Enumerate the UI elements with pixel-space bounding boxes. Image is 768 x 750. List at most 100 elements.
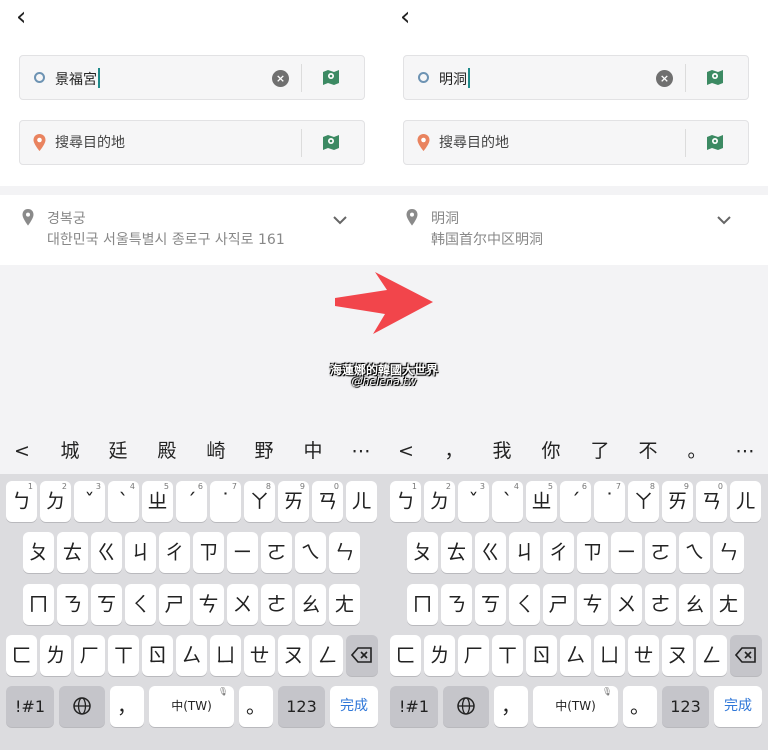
destination-field[interactable]: 搜尋目的地 [403, 120, 749, 165]
candidate-word[interactable]: 中 [293, 428, 333, 474]
key[interactable]: ㄖ [142, 635, 173, 676]
key[interactable]: ㄚ8 [244, 481, 275, 522]
key[interactable]: ˇ3 [458, 481, 489, 522]
backspace-key[interactable] [730, 635, 762, 676]
key[interactable]: ㄩ [594, 635, 625, 676]
done-key[interactable]: 完成 [330, 686, 378, 727]
key[interactable]: ㄜ [645, 584, 676, 625]
key[interactable]: ㄕ [543, 584, 574, 625]
candidate-word[interactable]: 了 [580, 428, 620, 474]
candidate-word[interactable]: 崎 [196, 428, 236, 474]
chevron-down-icon[interactable] [715, 211, 733, 229]
key[interactable]: ㄊ [57, 532, 88, 573]
candidate-more-button[interactable]: ⋯ [341, 428, 381, 474]
key[interactable]: ㄋ [57, 584, 88, 625]
numbers-key[interactable]: 123 [278, 686, 325, 727]
done-key[interactable]: 完成 [714, 686, 762, 727]
origin-field[interactable]: 明洞 × [403, 55, 749, 100]
key[interactable]: ㄓ5 [526, 481, 557, 522]
key[interactable]: ㄇ [407, 584, 438, 625]
key[interactable]: ㄉ2 [40, 481, 71, 522]
symbols-key[interactable]: !#1 [6, 686, 54, 727]
clear-icon[interactable]: × [656, 70, 673, 87]
key[interactable]: ㄦ [730, 481, 761, 522]
comma-key[interactable]: ， [110, 686, 144, 727]
key[interactable]: ㄊ [441, 532, 472, 573]
key[interactable]: ㄝ [628, 635, 659, 676]
key[interactable]: ˙ 7 [594, 481, 625, 522]
key[interactable]: ㄤ [713, 584, 744, 625]
key[interactable]: ㄛ [261, 532, 292, 573]
key[interactable]: ㄇ [23, 584, 54, 625]
key[interactable]: ㄠ [295, 584, 326, 625]
candidate-word[interactable]: 。 [677, 428, 717, 474]
origin-field[interactable]: 景福宮 × [19, 55, 365, 100]
key[interactable]: ㄩ [210, 635, 241, 676]
key[interactable]: ㄘ [193, 584, 224, 625]
key[interactable]: ㄥ [696, 635, 727, 676]
key[interactable]: ㄘ [577, 584, 608, 625]
key[interactable]: ㄞ9 [662, 481, 693, 522]
key[interactable]: ˊ6 [560, 481, 591, 522]
key[interactable]: ㄐ [509, 532, 540, 573]
key[interactable]: ㄐ [125, 532, 156, 573]
key[interactable]: ˋ4 [108, 481, 139, 522]
key[interactable]: ㄨ [611, 584, 642, 625]
key[interactable]: ˇ3 [74, 481, 105, 522]
candidate-back-button[interactable]: < [2, 428, 42, 474]
chevron-down-icon[interactable] [331, 211, 349, 229]
key[interactable]: ㄋ [441, 584, 472, 625]
search-result-item[interactable]: 明洞 韩国首尔中区明洞 [384, 195, 768, 265]
key[interactable]: ㄝ [244, 635, 275, 676]
language-key[interactable] [443, 686, 489, 727]
back-button[interactable]: ‹ [400, 2, 410, 32]
symbols-key[interactable]: !#1 [390, 686, 438, 727]
key[interactable]: ㄔ [543, 532, 574, 573]
key[interactable]: ㄎ [91, 584, 122, 625]
key[interactable]: ㄦ [346, 481, 377, 522]
key[interactable]: ㄒ [492, 635, 523, 676]
period-key[interactable]: 。 [239, 686, 273, 727]
candidate-word[interactable]: 城 [50, 428, 90, 474]
key[interactable]: ㄜ [261, 584, 292, 625]
key[interactable]: ㄍ [91, 532, 122, 573]
key[interactable]: ㄎ [475, 584, 506, 625]
candidate-back-button[interactable]: < [386, 428, 426, 474]
map-icon[interactable] [322, 68, 340, 86]
origin-input[interactable]: 景福宮 [55, 68, 100, 90]
key[interactable]: ㄆ [407, 532, 438, 573]
space-key[interactable]: 中(TW) 🎙 [533, 686, 618, 727]
key[interactable]: ㄡ [278, 635, 309, 676]
key[interactable]: ㄑ [509, 584, 540, 625]
key[interactable]: ˊ6 [176, 481, 207, 522]
key[interactable]: ㄤ [329, 584, 360, 625]
key[interactable]: ㄅ1 [390, 481, 421, 522]
candidate-word[interactable]: 廷 [98, 428, 138, 474]
key[interactable]: ㄓ5 [142, 481, 173, 522]
period-key[interactable]: 。 [623, 686, 657, 727]
key[interactable]: ㄙ [176, 635, 207, 676]
key[interactable]: ㄗ [577, 532, 608, 573]
candidate-word[interactable]: 野 [244, 428, 284, 474]
key[interactable]: ㄡ [662, 635, 693, 676]
key[interactable]: ㄈ [390, 635, 421, 676]
key[interactable]: ㄖ [526, 635, 557, 676]
candidate-word[interactable]: 不 [628, 428, 668, 474]
key[interactable]: ㄞ9 [278, 481, 309, 522]
key[interactable]: ㄟ [295, 532, 326, 573]
key[interactable]: ˙ 7 [210, 481, 241, 522]
key[interactable]: ㄥ [312, 635, 343, 676]
search-result-item[interactable]: 경복궁 대한민국 서울특별시 종로구 사직로 161 [0, 195, 384, 265]
map-icon[interactable] [322, 133, 340, 151]
key[interactable]: ㄨ [227, 584, 258, 625]
key[interactable]: ㄙ [560, 635, 591, 676]
key[interactable]: ㄠ [679, 584, 710, 625]
key[interactable]: ㄏ [74, 635, 105, 676]
numbers-key[interactable]: 123 [662, 686, 709, 727]
key[interactable]: ㄏ [458, 635, 489, 676]
key[interactable]: ㄢ0 [312, 481, 343, 522]
candidate-word[interactable]: ， [434, 428, 474, 474]
key[interactable]: ㄣ [713, 532, 744, 573]
backspace-key[interactable] [346, 635, 378, 676]
key[interactable]: ㄌ [424, 635, 455, 676]
